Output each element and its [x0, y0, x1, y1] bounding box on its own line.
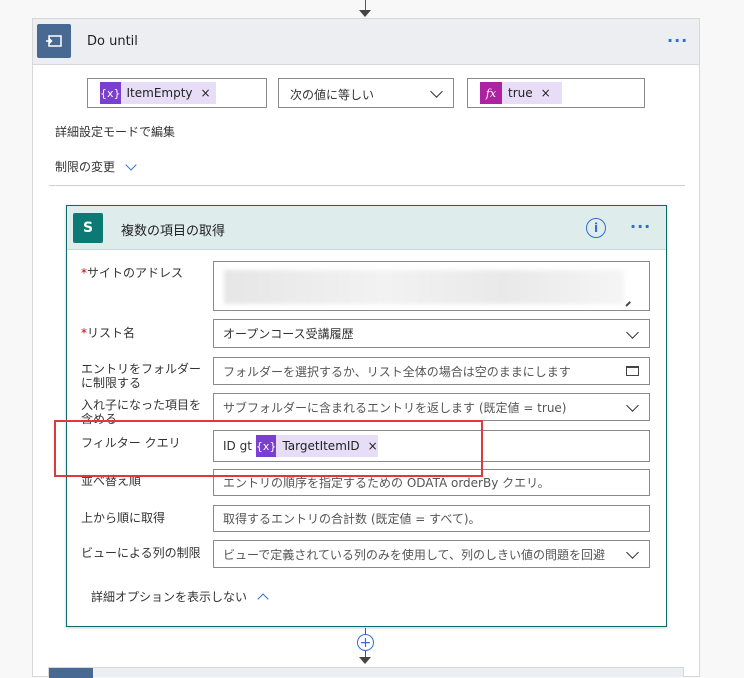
nested-items-placeholder: サブフォルダーに含まれるエントリを返します (既定値 = true)	[223, 400, 567, 415]
get-items-action-card: S 複数の項目の取得 i ··· *サイトのアドレス *リスト名 オープンコース…	[66, 205, 667, 627]
next-step-card-stub[interactable]	[48, 667, 684, 678]
separator	[49, 185, 685, 186]
sharepoint-icon-letter: S	[82, 220, 94, 236]
sharepoint-icon: S	[73, 213, 103, 243]
site-address-label: *サイトのアドレス	[81, 266, 183, 280]
do-until-title: Do until	[87, 34, 138, 49]
true-token[interactable]: fx true ×	[480, 82, 562, 104]
chevron-down-icon	[430, 85, 443, 98]
folder-icon[interactable]	[626, 366, 639, 376]
itemempty-token[interactable]: {x} ItemEmpty ×	[100, 82, 216, 104]
connector-arrow-top	[359, 10, 371, 17]
list-name-value: オープンコース受講履歴	[223, 327, 354, 341]
view-columns-label: ビューによる列の制限	[81, 546, 201, 560]
condition-right-field[interactable]: fx true ×	[467, 78, 645, 108]
itemempty-token-remove-icon[interactable]: ×	[201, 86, 211, 100]
action-title: 複数の項目の取得	[121, 224, 226, 239]
action-more-icon[interactable]: ···	[630, 217, 651, 236]
list-name-label-text: リスト名	[87, 326, 136, 340]
list-name-select[interactable]: オープンコース受講履歴	[213, 319, 650, 348]
chevron-down-icon	[626, 399, 639, 412]
variable-icon: {x}	[100, 82, 121, 104]
folder-input[interactable]: フォルダーを選択するか、リスト全体の場合は空のままにします	[213, 357, 650, 385]
change-limits-label: 制限の変更	[55, 160, 116, 174]
itemempty-token-label: ItemEmpty	[126, 86, 193, 100]
connector-arrow-bottom	[359, 657, 371, 664]
condition-operator-value: 次の値に等しい	[290, 88, 375, 102]
folder-placeholder: フォルダーを選択するか、リスト全体の場合は空のままにします	[223, 364, 571, 379]
folder-label: エントリをフォルダーに制限する	[81, 362, 202, 390]
change-limits-toggle[interactable]: 制限の変更	[55, 158, 137, 175]
site-address-input[interactable]	[213, 261, 650, 311]
true-token-remove-icon[interactable]: ×	[541, 86, 551, 100]
advanced-mode-link[interactable]: 詳細設定モードで編集	[55, 123, 175, 140]
resize-handle-icon[interactable]	[625, 300, 631, 306]
top-count-label: 上から順に取得	[81, 511, 166, 525]
hide-advanced-label: 詳細オプションを表示しない	[91, 590, 248, 604]
condition-left-field[interactable]: {x} ItemEmpty ×	[87, 78, 267, 108]
chevron-down-icon	[626, 325, 639, 339]
site-address-label-text: サイトのアドレス	[87, 266, 184, 280]
view-columns-select[interactable]: ビューで定義されている列のみを使用して、列のしきい値の問題を回避	[213, 540, 650, 568]
top-count-placeholder: 取得するエントリの合計数 (既定値 = すべて)。	[223, 512, 481, 526]
expression-icon: fx	[480, 82, 502, 104]
insert-step-plus-icon[interactable]: +	[357, 634, 374, 651]
true-token-label: true	[508, 86, 533, 100]
loop-icon	[37, 24, 71, 58]
action-header[interactable]: S 複数の項目の取得 i ···	[67, 206, 666, 250]
chevron-down-icon	[626, 546, 639, 559]
list-name-label: *リスト名	[81, 326, 135, 340]
nested-items-select[interactable]: サブフォルダーに含まれるエントリを返します (既定値 = true)	[213, 393, 650, 421]
hide-advanced-options-toggle[interactable]: 詳細オプションを表示しない	[91, 588, 269, 605]
do-until-more-icon[interactable]: ···	[667, 31, 688, 50]
chevron-up-icon	[257, 592, 269, 605]
top-count-input[interactable]: 取得するエントリの合計数 (既定値 = すべて)。	[213, 505, 650, 532]
highlight-box	[54, 420, 483, 477]
do-until-header[interactable]: Do until ···	[33, 19, 699, 65]
info-icon[interactable]: i	[586, 218, 606, 238]
blurred-site-address	[224, 270, 624, 304]
view-columns-placeholder: ビューで定義されている列のみを使用して、列のしきい値の問題を回避	[223, 547, 605, 562]
chevron-down-icon	[125, 158, 137, 171]
condition-operator-select[interactable]: 次の値に等しい	[278, 78, 454, 108]
